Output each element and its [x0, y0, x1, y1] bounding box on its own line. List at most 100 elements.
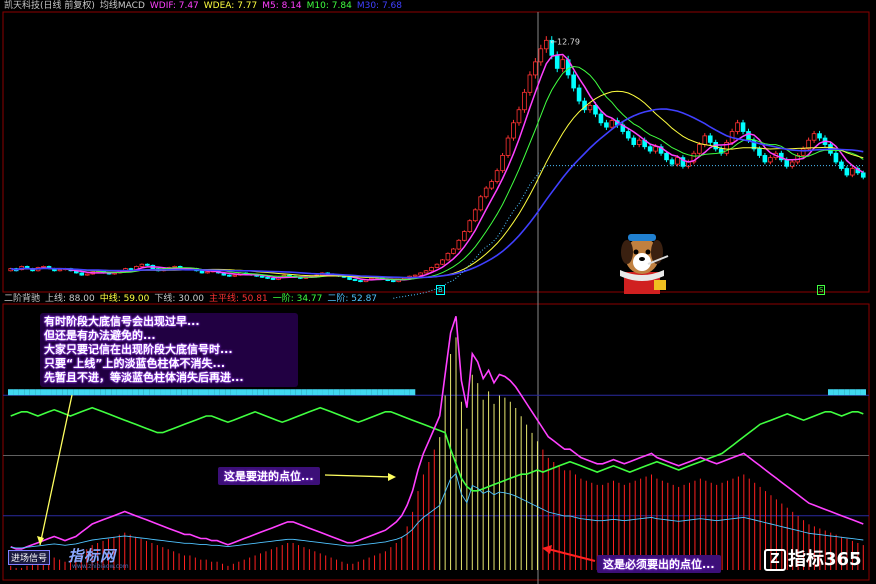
- upper-line-block: [94, 389, 101, 396]
- candle-body: [576, 87, 582, 102]
- candle-body: [79, 272, 85, 276]
- price-legend-item-6: M30: 7.68: [356, 1, 402, 11]
- upper-line-block: [860, 389, 866, 396]
- note-line: 但还是有办法避免的...: [44, 329, 156, 342]
- candle-body: [145, 263, 150, 266]
- candle-body: [571, 74, 576, 89]
- chart-stage: ←12.79 凯天科技(日线 前复权) 均线MACD WDIF: 7.47 WDEA:…: [0, 0, 876, 584]
- upper-line-block: [246, 389, 253, 396]
- candle-body: [817, 133, 822, 139]
- upper-line-block: [111, 389, 117, 396]
- candle-body: [505, 137, 511, 156]
- candle-body: [850, 168, 855, 176]
- upper-line-block: [160, 389, 166, 396]
- candle-body: [390, 280, 396, 283]
- candle-body: [128, 268, 134, 271]
- sell-arrow-head: [542, 545, 552, 554]
- upper-line-block: [355, 389, 361, 396]
- upper-line-block: [51, 389, 57, 396]
- upper-line-block: [393, 389, 399, 396]
- indicator-legend-item-0: 二阶背驰: [4, 294, 41, 304]
- upper-line-block: [312, 389, 318, 396]
- ma5-line: [10, 53, 864, 281]
- upper-line-block: [8, 389, 14, 396]
- upper-line-block: [322, 389, 329, 396]
- candle-body: [527, 74, 533, 93]
- upper-line-block: [371, 389, 378, 396]
- upper-line-block: [165, 389, 171, 396]
- upper-line-block: [143, 389, 150, 396]
- candle-body: [844, 168, 850, 176]
- upper-line-block: [46, 389, 52, 396]
- candle-body: [543, 39, 549, 50]
- upper-line-block: [241, 389, 247, 396]
- upper-line-block: [317, 389, 323, 396]
- upper-line-block: [257, 389, 264, 396]
- upper-line-block: [328, 389, 334, 396]
- candle-body: [232, 274, 238, 277]
- upper-line-block: [339, 389, 345, 396]
- upper-line-block: [122, 389, 128, 396]
- annotation-note: 有时阶段大底信号会出现过早... 但还是有办法避免的... 大家只要记信在出现阶…: [40, 313, 298, 387]
- price-legend-item-1: 均线MACD: [99, 1, 145, 11]
- price-legend-item-0: 凯天科技(日线 前复权): [4, 1, 95, 11]
- candle-body: [352, 279, 358, 281]
- upper-line-block: [274, 389, 280, 396]
- upper-line-block: [176, 389, 182, 396]
- candle-body: [456, 239, 462, 250]
- mini-marker: S: [817, 285, 826, 295]
- upper-line-block: [192, 389, 199, 396]
- upper-line-block: [268, 389, 275, 396]
- candle-body: [265, 276, 270, 279]
- price-legend-item-2: WDIF: 7.47: [149, 1, 199, 11]
- candle-body: [860, 172, 866, 178]
- candle-body: [483, 187, 489, 198]
- ma20-line: [10, 90, 864, 279]
- candle-body: [560, 59, 566, 69]
- candle-body: [538, 48, 544, 63]
- upper-line-block: [149, 389, 155, 396]
- candle-body: [587, 104, 593, 111]
- upper-line-block: [214, 389, 220, 396]
- candle-body: [462, 231, 467, 241]
- peak-price-label: ←12.79: [550, 37, 580, 46]
- upper-line-block: [18, 389, 25, 396]
- candle-body: [358, 280, 363, 283]
- first-order-line: [10, 406, 864, 492]
- upper-line-block: [409, 389, 416, 396]
- buy-arrow-head: [388, 473, 396, 481]
- candle-body: [522, 91, 527, 111]
- upper-line-block: [360, 389, 367, 396]
- upper-line-block: [29, 389, 36, 396]
- candle-body: [811, 133, 817, 141]
- upper-line-block: [203, 389, 209, 396]
- entry-signal-tag[interactable]: 进场信号: [8, 550, 51, 565]
- candle-body: [554, 54, 560, 69]
- candle-body: [757, 148, 762, 156]
- indicator-legend-item-6: 二阶: 52.87: [327, 294, 378, 304]
- candle-body: [631, 137, 637, 145]
- candle-body: [664, 152, 669, 161]
- upper-line-block: [100, 389, 106, 396]
- upper-line-block: [219, 389, 226, 396]
- candle-body: [478, 196, 484, 211]
- note-line: 有时阶段大底信号会出现过早...: [44, 315, 200, 328]
- upper-line-block: [67, 389, 74, 396]
- upper-line-block: [284, 389, 291, 396]
- candle-body: [762, 155, 768, 163]
- upper-line-block: [279, 389, 285, 396]
- upper-line-block: [838, 389, 845, 396]
- candle-body: [259, 275, 265, 278]
- upper-line-block: [40, 389, 47, 396]
- upper-line-block: [306, 389, 313, 396]
- upper-line-block: [62, 389, 68, 396]
- price-legend-item-3: WDEA: 7.77: [203, 1, 258, 11]
- upper-line-block: [849, 389, 856, 396]
- upper-line-block: [138, 389, 144, 396]
- indicator-legend-item-5: 一阶: 34.77: [272, 294, 323, 304]
- price-legend-item-4: M5: 8.14: [262, 1, 302, 11]
- upper-line-block: [827, 389, 834, 396]
- callout-buy: 这是要进的点位...: [218, 467, 320, 485]
- upper-line-block: [833, 389, 839, 396]
- upper-line-block: [252, 389, 258, 396]
